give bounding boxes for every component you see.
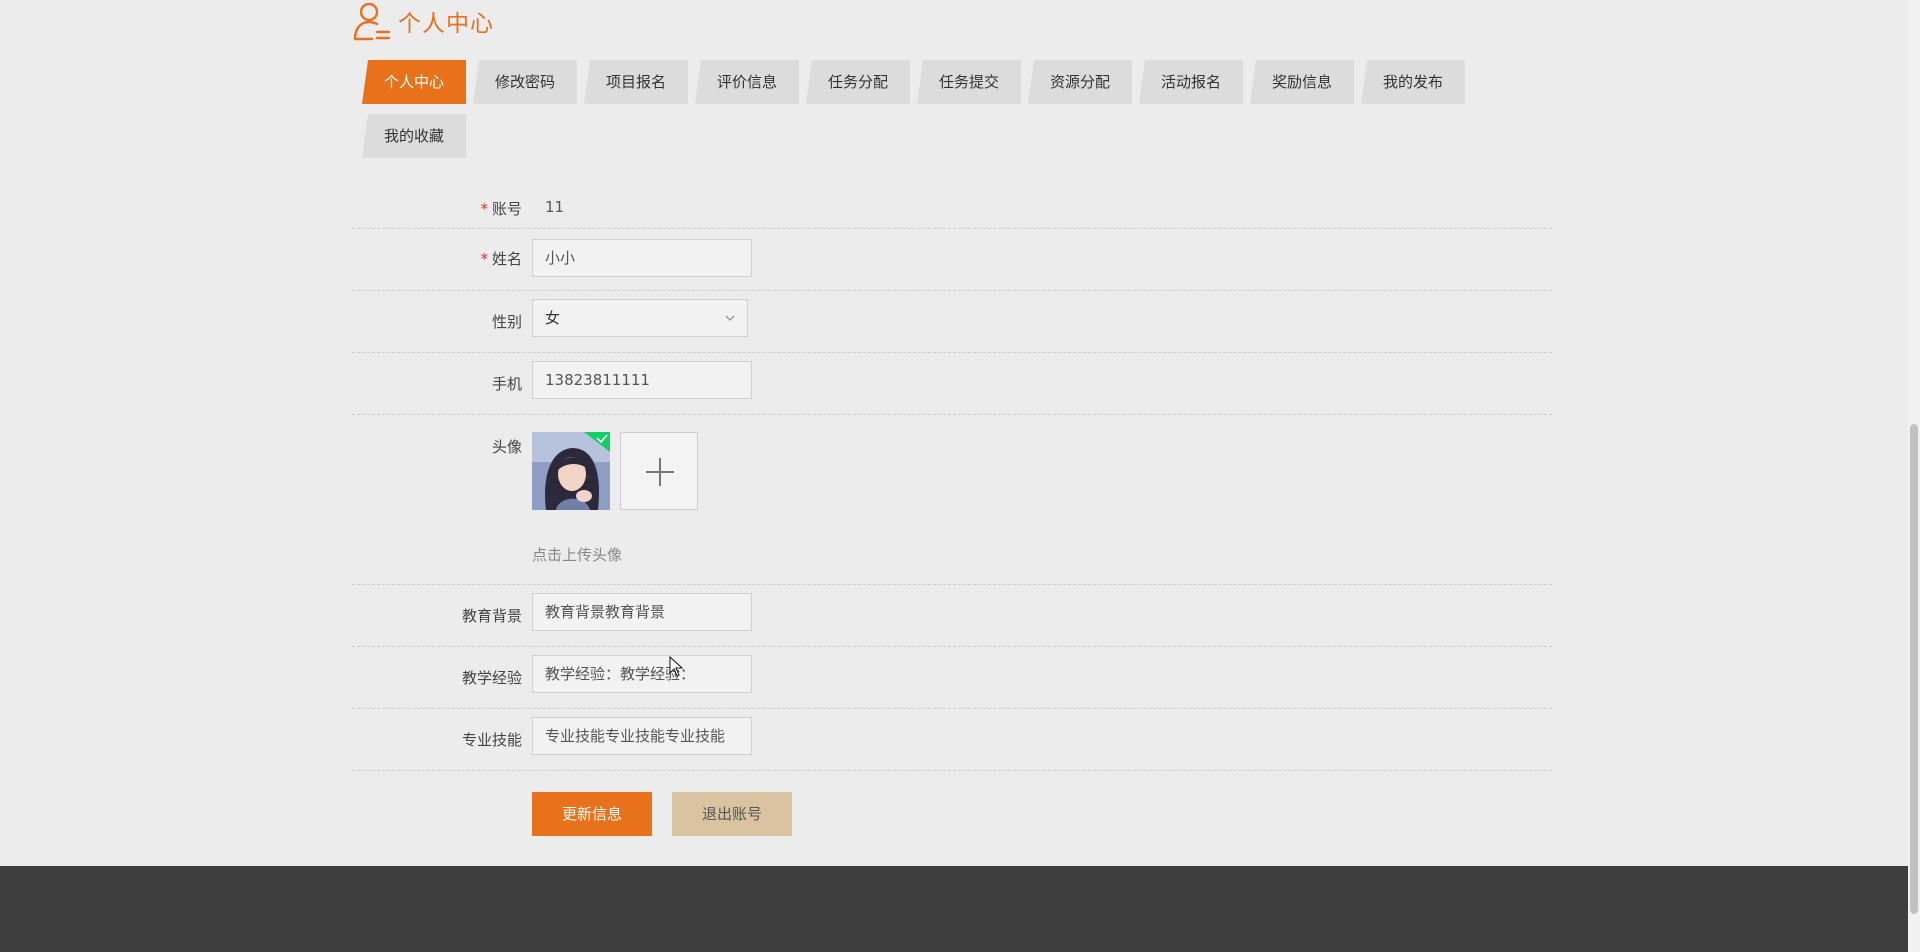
logout-button[interactable]: 退出账号	[672, 792, 792, 836]
check-badge-icon	[584, 432, 610, 452]
required-mark: *	[480, 250, 488, 268]
avatar-image[interactable]	[532, 432, 610, 510]
tab-my-posts[interactable]: 我的发布	[1361, 60, 1465, 104]
label-education: 教育背景	[461, 607, 522, 625]
avatar-upload-button[interactable]	[620, 432, 698, 510]
label-account: * 账号	[480, 200, 522, 218]
tab-project-registration[interactable]: 项目报名	[584, 60, 688, 104]
avatar-upload-hint: 点击上传头像	[532, 546, 623, 564]
chevron-down-icon	[725, 315, 735, 321]
update-info-button[interactable]: 更新信息	[532, 792, 652, 836]
row-name: * 姓名 小小	[352, 228, 1552, 291]
tab-personal-center[interactable]: 个人中心	[362, 60, 466, 104]
tab-evaluation-info[interactable]: 评价信息	[695, 60, 799, 104]
tab-resource-allocation[interactable]: 资源分配	[1028, 60, 1132, 104]
tab-my-favorites[interactable]: 我的收藏	[362, 114, 466, 158]
mouse-cursor-icon	[669, 656, 684, 677]
row-avatar: 头像 点击上传头像	[352, 414, 1552, 585]
tab-task-submission[interactable]: 任务提交	[917, 60, 1021, 104]
user-icon	[353, 2, 391, 41]
phone-input[interactable]: 13823811111	[532, 361, 752, 399]
tab-task-assignment[interactable]: 任务分配	[806, 60, 910, 104]
row-account: * 账号 11	[352, 178, 1552, 229]
page-title-text: 个人中心	[398, 11, 494, 37]
tab-activity-registration[interactable]: 活动报名	[1139, 60, 1243, 104]
label-teaching: 教学经验	[461, 669, 522, 687]
account-value: 11	[545, 198, 565, 216]
scrollbar-thumb[interactable]	[1910, 424, 1918, 914]
tab-reward-info[interactable]: 奖励信息	[1250, 60, 1354, 104]
row-skills: 专业技能 专业技能专业技能专业技能	[352, 708, 1552, 771]
skills-input[interactable]: 专业技能专业技能专业技能	[532, 717, 752, 755]
row-phone: 手机 13823811111	[352, 352, 1552, 415]
gender-select[interactable]: 女	[532, 299, 748, 337]
footer	[0, 866, 1908, 952]
education-input[interactable]: 教育背景教育背景	[532, 593, 752, 631]
plus-icon-vertical	[659, 458, 661, 486]
gender-select-value: 女	[545, 309, 561, 327]
row-education: 教育背景 教育背景教育背景	[352, 584, 1552, 647]
tab-change-password[interactable]: 修改密码	[473, 60, 577, 104]
label-phone: 手机	[491, 375, 522, 393]
page-title: 个人中心	[352, 0, 494, 42]
required-mark: *	[480, 200, 488, 218]
row-teaching: 教学经验 教学经验：教学经验：	[352, 646, 1552, 709]
name-input[interactable]: 小小	[532, 239, 752, 277]
row-gender: 性别 女	[352, 290, 1552, 353]
teaching-input[interactable]: 教学经验：教学经验：	[532, 655, 752, 693]
scrollbar[interactable]	[1908, 0, 1920, 952]
label-name: * 姓名	[480, 250, 522, 268]
label-skills: 专业技能	[461, 731, 522, 749]
label-gender: 性别	[491, 313, 522, 331]
avatar-area	[352, 432, 752, 512]
